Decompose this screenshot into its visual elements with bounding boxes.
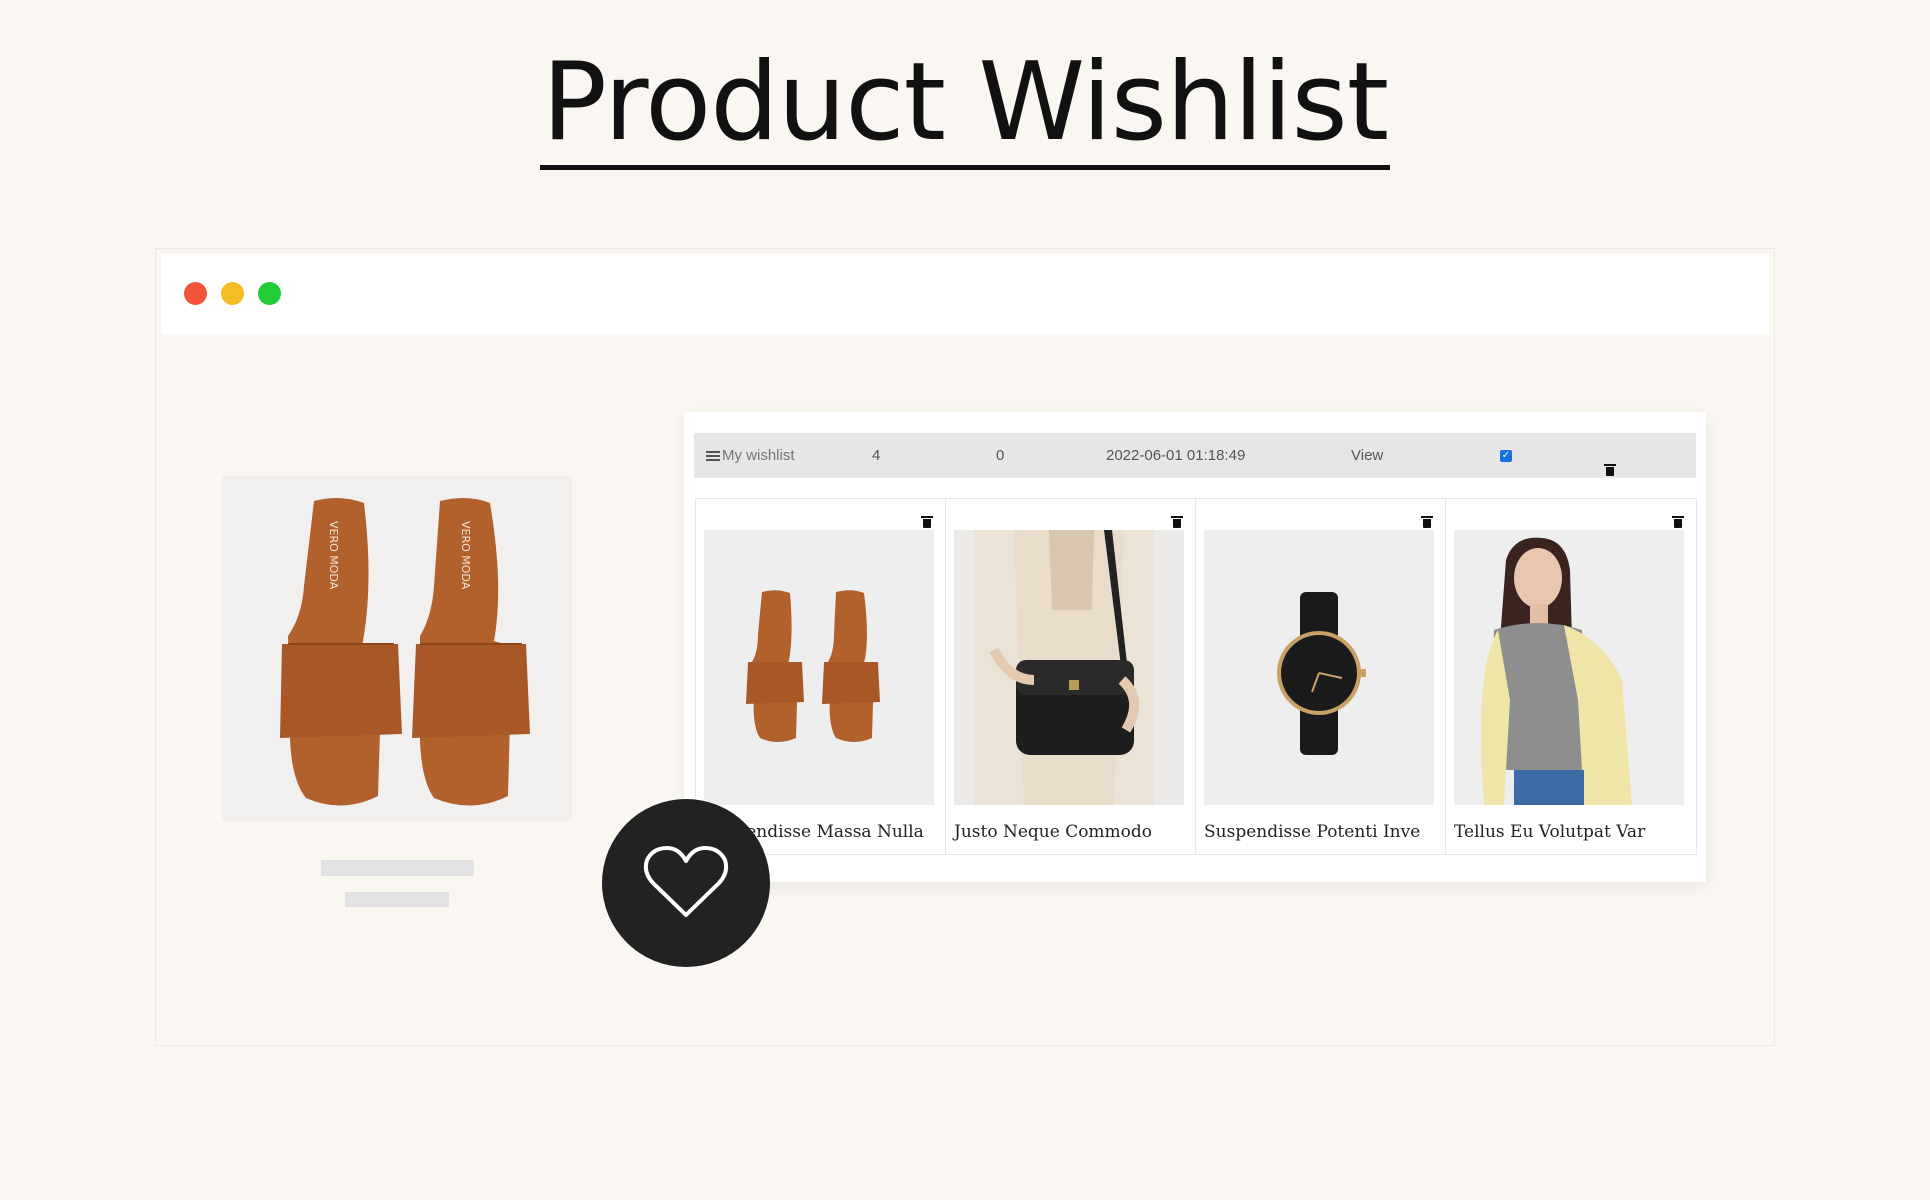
remove-product-trash-icon[interactable] xyxy=(1672,516,1684,528)
browser-window: VERO MODA VERO MODA My wishlist 4 0 2022… xyxy=(155,248,1775,1046)
product-name[interactable]: Suspendisse Potenti Inve xyxy=(1204,822,1420,842)
add-to-wishlist-button[interactable] xyxy=(602,799,770,967)
svg-text:VERO MODA: VERO MODA xyxy=(327,521,340,590)
brown-slides-image: VERO MODA VERO MODA xyxy=(222,476,572,821)
product-name[interactable]: Tellus Eu Volutpat Var xyxy=(1454,822,1645,842)
page-title: Product Wishlist xyxy=(0,43,1930,170)
wishlist-shared-count: 0 xyxy=(996,447,1005,464)
featured-product-image[interactable]: VERO MODA VERO MODA xyxy=(222,476,572,821)
maximize-window-button[interactable] xyxy=(258,282,281,305)
wishlist-item-count: 4 xyxy=(872,447,881,464)
wishlist-product-card[interactable]: Justo Neque Commodo xyxy=(946,499,1196,854)
wishlist-product-card[interactable]: Tellus Eu Volutpat Var xyxy=(1446,499,1696,854)
product-price-placeholder xyxy=(345,892,449,907)
default-wishlist-checkbox[interactable]: ✓ xyxy=(1500,450,1512,462)
remove-product-trash-icon[interactable] xyxy=(1421,516,1433,528)
wishlist-view-link[interactable]: View xyxy=(1351,433,1383,478)
wishlist-product-card[interactable]: Suspendisse Potenti Inve xyxy=(1196,499,1446,854)
wishlist-name-label: My wishlist xyxy=(722,447,795,464)
product-image-woman-yellow-jacket[interactable] xyxy=(1454,530,1684,805)
minimize-window-button[interactable] xyxy=(221,282,244,305)
product-image-black-handbag[interactable] xyxy=(954,530,1184,805)
window-titlebar xyxy=(161,254,1769,334)
wishlist-panel: My wishlist 4 0 2022-06-01 01:18:49 View… xyxy=(684,412,1706,882)
svg-text:VERO MODA: VERO MODA xyxy=(459,521,472,590)
wishlist-date: 2022-06-01 01:18:49 xyxy=(1106,447,1246,464)
wishlist-name[interactable]: My wishlist xyxy=(706,433,795,478)
page-title-text: Product Wishlist xyxy=(539,43,1391,170)
delete-wishlist-button[interactable] xyxy=(1604,449,1616,494)
wishlist-product-card[interactable]: Suspendisse Massa Nulla xyxy=(696,499,946,854)
wishlist-products-grid: Suspendisse Massa Nulla Justo Neque Comm… xyxy=(695,498,1697,855)
trash-icon xyxy=(1604,464,1616,476)
product-title-placeholder xyxy=(321,860,474,876)
heart-icon xyxy=(643,846,729,917)
product-image-brown-slides[interactable] xyxy=(704,530,934,805)
close-window-button[interactable] xyxy=(184,282,207,305)
remove-product-trash-icon[interactable] xyxy=(1171,516,1183,528)
list-icon xyxy=(706,450,720,461)
wishlist-row[interactable]: My wishlist 4 0 2022-06-01 01:18:49 View… xyxy=(694,433,1696,478)
remove-product-trash-icon[interactable] xyxy=(921,516,933,528)
product-image-black-watch[interactable] xyxy=(1204,530,1434,805)
product-name[interactable]: Justo Neque Commodo xyxy=(954,822,1152,842)
